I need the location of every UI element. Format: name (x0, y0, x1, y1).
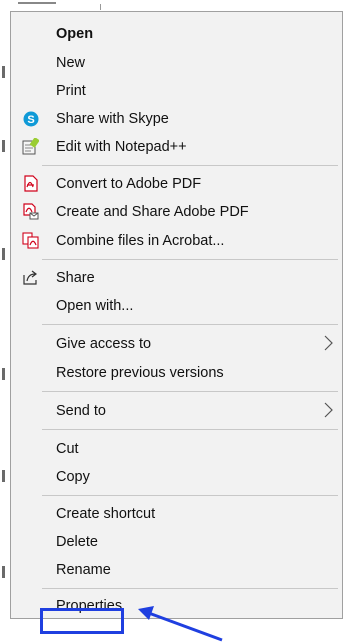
menu-item-cut[interactable]: Cut (11, 437, 342, 461)
menu-item-create-shortcut[interactable]: Create shortcut (11, 502, 342, 526)
menu-item-label: Send to (56, 403, 106, 419)
menu-separator (42, 588, 338, 589)
background-tick (2, 248, 5, 260)
menu-item-convert-to-adobe-pdf[interactable]: Convert to Adobe PDF (11, 172, 342, 196)
menu-item-label: Cut (56, 441, 79, 457)
menu-item-label: Share (56, 270, 95, 286)
menu-item-share[interactable]: Share (11, 266, 342, 290)
menu-item-open-with[interactable]: Open with... (11, 294, 342, 318)
menu-separator (42, 429, 338, 430)
background-tick (2, 140, 5, 152)
menu-item-label: Give access to (56, 336, 152, 352)
menu-item-new[interactable]: New (11, 51, 342, 75)
menu-item-label: Open (56, 26, 94, 42)
menu-item-copy[interactable]: Copy (11, 465, 342, 489)
menu-item-label: Convert to Adobe PDF (56, 176, 202, 192)
menu-item-label: Rename (56, 562, 111, 578)
menu-item-share-with-skype[interactable]: S Share with Skype (11, 107, 342, 131)
menu-item-combine-files-in-acrobat[interactable]: Combine files in Acrobat... (11, 229, 342, 253)
menu-separator (42, 165, 338, 166)
background-window-line (18, 2, 56, 4)
notepad-plus-plus-icon (22, 138, 39, 155)
background-tick (2, 368, 5, 380)
chevron-right-icon (322, 333, 334, 353)
share-icon (22, 269, 39, 286)
menu-item-edit-with-notepad[interactable]: Edit with Notepad++ (11, 135, 342, 159)
menu-item-rename[interactable]: Rename (11, 558, 342, 582)
menu-item-label: Copy (56, 469, 90, 485)
menu-item-open[interactable]: Open (11, 22, 342, 46)
svg-text:S: S (27, 114, 34, 126)
acrobat-combine-icon (22, 232, 39, 249)
adobe-pdf-share-icon (22, 203, 39, 220)
menu-item-send-to[interactable]: Send to (11, 399, 342, 423)
menu-item-label: Open with... (56, 298, 134, 314)
properties-highlight-box (40, 608, 124, 634)
background-window-topbar (0, 0, 347, 10)
menu-item-label: Create shortcut (56, 506, 156, 522)
menu-item-restore-previous-versions[interactable]: Restore previous versions (11, 361, 342, 385)
menu-separator (42, 495, 338, 496)
menu-item-create-and-share-adobe-pdf[interactable]: Create and Share Adobe PDF (11, 200, 342, 224)
menu-item-label: Delete (56, 534, 98, 550)
background-tick (2, 470, 5, 482)
background-tick (2, 66, 5, 78)
menu-separator (42, 391, 338, 392)
adobe-pdf-icon (22, 175, 39, 192)
menu-item-label: Edit with Notepad++ (56, 139, 187, 155)
chevron-right-icon (322, 400, 334, 420)
menu-separator (42, 324, 338, 325)
menu-item-give-access-to[interactable]: Give access to (11, 332, 342, 356)
menu-item-label: Combine files in Acrobat... (56, 233, 225, 249)
menu-item-label: Print (56, 83, 86, 99)
menu-item-label: Create and Share Adobe PDF (56, 204, 249, 220)
menu-item-label: Restore previous versions (56, 365, 224, 381)
menu-separator (42, 259, 338, 260)
menu-item-label: New (56, 55, 86, 71)
background-window-edge (0, 0, 10, 644)
background-tick (2, 566, 5, 578)
menu-item-label: Share with Skype (56, 111, 169, 127)
background-window-line (100, 4, 101, 10)
menu-item-delete[interactable]: Delete (11, 530, 342, 554)
skype-icon: S (22, 110, 39, 127)
menu-item-print[interactable]: Print (11, 79, 342, 103)
context-menu: Open New Print S Share with Skype Edit w… (10, 11, 343, 619)
